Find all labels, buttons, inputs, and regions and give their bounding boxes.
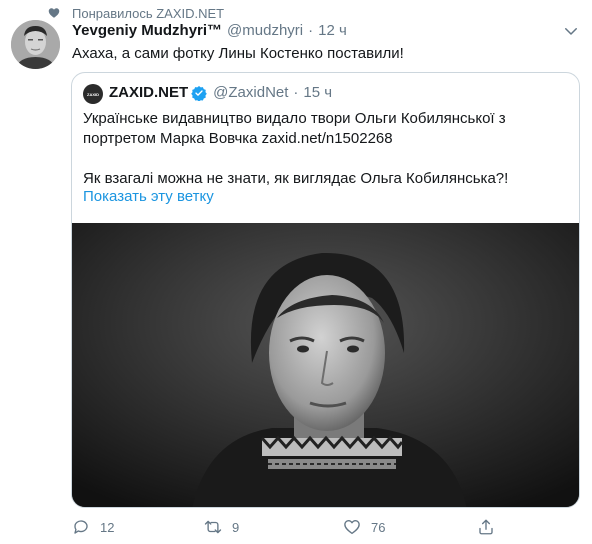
quoted-time[interactable]: 15 ч xyxy=(303,84,332,101)
quoted-avatar-logo: ZAXID xyxy=(87,91,99,97)
quoted-photo[interactable] xyxy=(72,223,579,507)
share-icon xyxy=(479,519,493,535)
tweet-actions: 12 9 76 xyxy=(72,516,512,538)
quoted-avatar[interactable]: ZAXID xyxy=(83,84,103,104)
quoted-separator: · xyxy=(293,84,299,101)
retweet-button[interactable]: 9 xyxy=(204,516,239,538)
quoted-author-handle[interactable]: @ZaxidNet xyxy=(213,84,288,101)
show-thread-link[interactable]: Показать эту ветку xyxy=(83,188,214,205)
quoted-author-name[interactable]: ZAXID.NET xyxy=(109,84,188,101)
quoted-header: ZAXID.NET @ZaxidNet · 15 ч xyxy=(109,84,332,101)
separator: · xyxy=(308,22,314,39)
reply-icon xyxy=(74,520,88,534)
chevron-down-icon[interactable] xyxy=(562,22,580,40)
quoted-text-line: Українське видавництво видало твори Ольг… xyxy=(83,110,506,127)
share-button[interactable] xyxy=(477,516,495,538)
author-handle[interactable]: @mudzhyri xyxy=(227,22,303,39)
avatar[interactable] xyxy=(11,20,60,69)
social-context-text[interactable]: Понравилось ZAXID.NET xyxy=(72,6,224,21)
verified-icon xyxy=(191,85,207,101)
reply-button[interactable]: 12 xyxy=(72,516,114,538)
quoted-text: Українське видавництво видало твори Ольг… xyxy=(83,109,573,189)
reply-count: 12 xyxy=(100,519,115,535)
tweet-time[interactable]: 12 ч xyxy=(318,22,347,39)
quoted-text-line: портретом Марка Вовчка zaxid.net/n150226… xyxy=(83,130,393,147)
like-button[interactable]: 76 xyxy=(343,516,385,538)
tweet-header: Yevgeniy Mudzhyri™ @mudzhyri · 12 ч xyxy=(72,22,552,39)
author-name[interactable]: Yevgeniy Mudzhyri™ xyxy=(72,22,222,39)
tweet-text: Ахаха, а сами фотку Лины Костенко постав… xyxy=(72,45,404,62)
quoted-text-line: Як взагалі можна не знати, як виглядає О… xyxy=(83,170,509,187)
like-count: 76 xyxy=(371,519,386,535)
retweet-icon xyxy=(204,520,222,534)
heart-icon xyxy=(48,8,60,18)
quoted-tweet[interactable]: ZAXID ZAXID.NET @ZaxidNet · 15 ч Українс… xyxy=(71,72,580,508)
like-icon xyxy=(344,520,360,535)
retweet-count: 9 xyxy=(232,519,240,535)
